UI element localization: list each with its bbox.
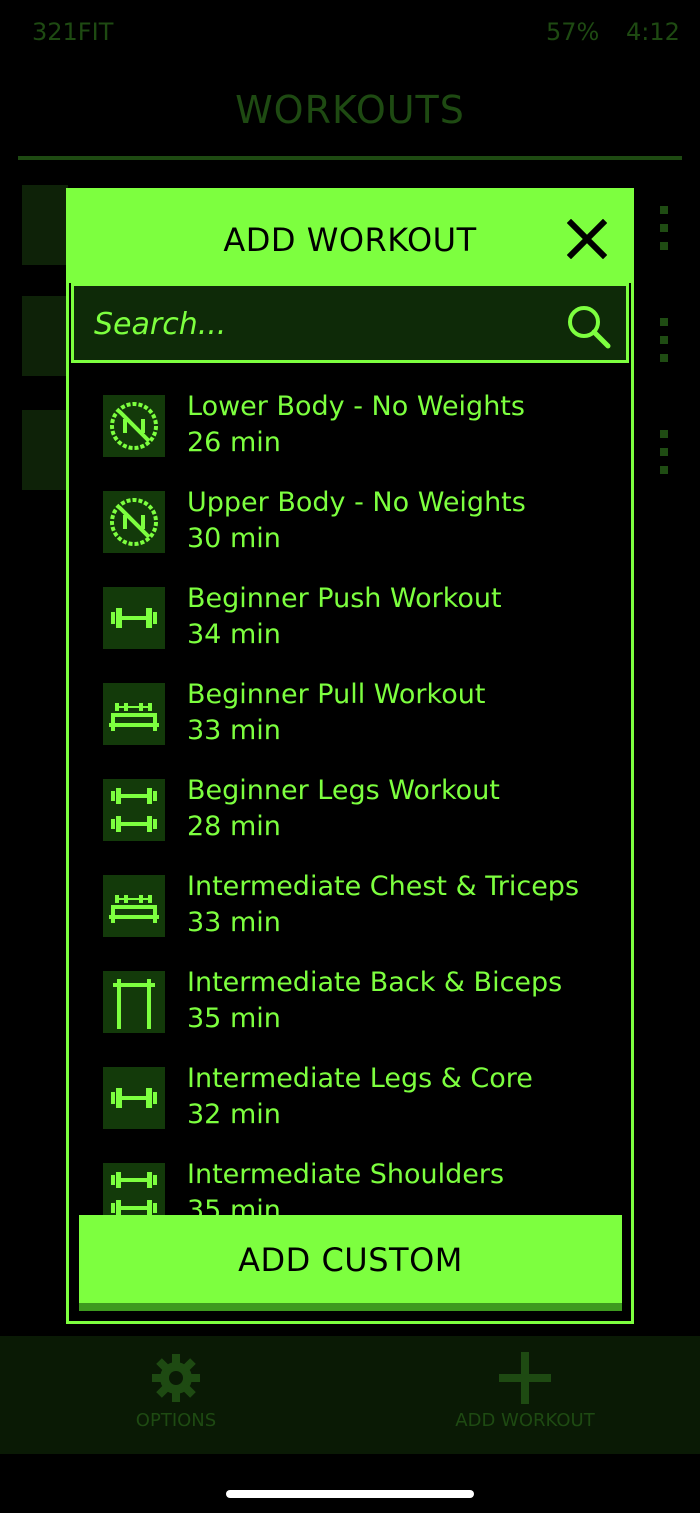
workout-duration: 26 min — [187, 427, 281, 458]
workout-duration: 28 min — [187, 811, 281, 842]
title-divider — [18, 156, 682, 160]
status-bar: 321FIT 57% 4:12 — [0, 0, 700, 64]
add-workout-modal: ADD WORKOUT Lower Body - No Weights 26 m… — [66, 188, 634, 1324]
bench-icon — [103, 683, 165, 745]
workout-name: Beginner Legs Workout — [187, 775, 500, 806]
modal-header: ADD WORKOUT — [69, 191, 631, 283]
search-bar — [71, 283, 629, 363]
workout-duration: 35 min — [187, 1003, 281, 1034]
workout-name: Intermediate Chest & Triceps — [187, 871, 580, 902]
bg-workout-icon — [22, 296, 68, 376]
search-input[interactable] — [94, 304, 534, 344]
modal-title: ADD WORKOUT — [223, 221, 477, 259]
pullup-bar-icon — [103, 971, 165, 1033]
workout-name: Beginner Pull Workout — [187, 679, 486, 710]
nav-add-workout-label: ADD WORKOUT — [455, 1410, 595, 1431]
workout-list[interactable]: Lower Body - No Weights 26 min Upper Bod… — [71, 365, 629, 1219]
workout-duration: 32 min — [187, 1099, 281, 1130]
more-menu-icon[interactable] — [658, 430, 670, 474]
plus-icon — [499, 1352, 551, 1404]
home-indicator — [226, 1490, 474, 1498]
list-item[interactable]: Intermediate Back & Biceps 35 min — [71, 941, 629, 1037]
workout-name: Intermediate Shoulders — [187, 1159, 505, 1190]
workout-duration: 33 min — [187, 907, 281, 938]
double-dumbbell-icon — [103, 779, 165, 841]
page-title: WORKOUTS — [235, 88, 465, 132]
workout-name: Intermediate Legs & Core — [187, 1063, 533, 1094]
dumbbell-icon — [103, 587, 165, 649]
list-item[interactable]: Intermediate Chest & Triceps 33 min — [71, 845, 629, 941]
nav-options-label: OPTIONS — [135, 1410, 217, 1431]
workout-name: Beginner Push Workout — [187, 583, 502, 614]
more-menu-icon[interactable] — [658, 206, 670, 250]
workout-name: Lower Body - No Weights — [187, 391, 525, 422]
nav-add-workout-button[interactable]: ADD WORKOUT — [425, 1336, 625, 1454]
search-icon[interactable] — [564, 302, 612, 350]
add-custom-label: ADD CUSTOM — [238, 1241, 463, 1279]
list-item[interactable]: Lower Body - No Weights 26 min — [71, 365, 629, 461]
status-app-name: 321FIT — [32, 18, 114, 46]
workout-duration: 33 min — [187, 715, 281, 746]
gear-icon — [152, 1354, 200, 1402]
bg-workout-icon — [22, 185, 68, 265]
status-battery: 57% — [546, 18, 600, 46]
double-dumbbell-icon — [103, 1163, 165, 1219]
list-item[interactable]: Beginner Legs Workout 28 min — [71, 749, 629, 845]
bottom-nav: OPTIONS ADD WORKOUT — [0, 1336, 700, 1454]
dumbbell-icon — [103, 1067, 165, 1129]
list-item[interactable]: Beginner Push Workout 34 min — [71, 557, 629, 653]
workout-duration: 34 min — [187, 619, 281, 650]
close-icon[interactable] — [567, 219, 607, 259]
more-menu-icon[interactable] — [658, 318, 670, 362]
workout-name: Intermediate Back & Biceps — [187, 967, 563, 998]
nav-options-button[interactable]: OPTIONS — [76, 1336, 276, 1454]
workout-duration: 30 min — [187, 523, 281, 554]
list-item[interactable]: Beginner Pull Workout 33 min — [71, 653, 629, 749]
add-custom-button[interactable]: ADD CUSTOM — [79, 1215, 622, 1311]
list-item[interactable]: Intermediate Shoulders 35 min — [71, 1133, 629, 1219]
list-item[interactable]: Upper Body - No Weights 30 min — [71, 461, 629, 557]
no-weights-icon — [103, 491, 165, 553]
list-item[interactable]: Intermediate Legs & Core 32 min — [71, 1037, 629, 1133]
bg-workout-icon — [22, 410, 68, 490]
workout-name: Upper Body - No Weights — [187, 487, 526, 518]
no-weights-icon — [103, 395, 165, 457]
status-time: 4:12 — [626, 18, 680, 46]
bench-icon — [103, 875, 165, 937]
